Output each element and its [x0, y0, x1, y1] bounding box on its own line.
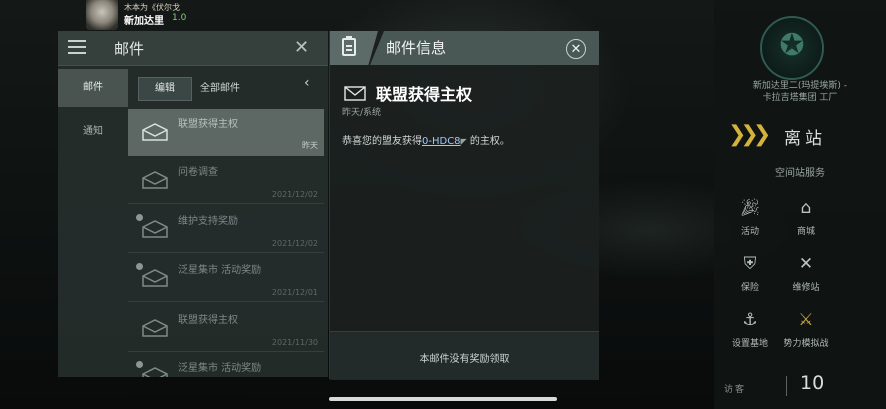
- station-panel: ✪ 新加达里二(玛提埃斯) - 卡拉吉塔集团 工厂 ❯❯❯ 离站 空间站服务 🎉…: [714, 0, 886, 409]
- envelope-open-icon: [142, 319, 168, 337]
- reward-bar: 本邮件没有奖励领取: [330, 331, 599, 380]
- visitors-count[interactable]: 10: [800, 372, 824, 394]
- mail-detail-title: 邮件信息: [386, 39, 447, 57]
- mail-subject: 联盟获得主权: [178, 119, 238, 130]
- envelope-open-icon: [142, 367, 168, 377]
- mail-date: 2021/11/30: [271, 338, 318, 347]
- pilot-avatar[interactable]: [86, 0, 118, 30]
- edit-button[interactable]: 编辑: [138, 77, 192, 101]
- mail-detail-header: 邮件信息 ✕: [330, 31, 599, 65]
- station-name: 新加达里二(玛提埃斯) - 卡拉吉塔集团 工厂: [714, 80, 886, 104]
- mail-subject: 联盟获得主权: [178, 315, 238, 326]
- mail-list-item[interactable]: 联盟获得主权 昨天: [128, 109, 324, 156]
- envelope-open-icon: [142, 220, 168, 238]
- mail-date: 2021/12/01: [271, 288, 318, 297]
- tab-mail[interactable]: 邮件: [58, 69, 128, 107]
- faction-battle-icon: ⚔: [798, 310, 814, 330]
- mail-subject: 泛星集市 活动奖励: [178, 265, 262, 276]
- service-faction-battle[interactable]: ⚔ 势力模拟战: [776, 308, 836, 354]
- mail-detail-panel: 邮件信息 ✕ 联盟获得主权 昨天/系统 恭喜您的盟友获得0-HDC8◤ 的主权。…: [329, 31, 599, 380]
- service-label: 活动: [740, 227, 759, 237]
- home-indicator[interactable]: [329, 397, 557, 401]
- mail-subject: 维护支持奖励: [178, 216, 238, 227]
- service-set-base[interactable]: ⚓︎ 设置基地: [720, 308, 780, 354]
- undock-arrows-icon: ❯❯❯: [728, 122, 771, 147]
- close-icon[interactable]: ✕: [566, 39, 586, 59]
- chevron-left-icon[interactable]: ‹: [304, 75, 310, 91]
- undock-button[interactable]: ❯❯❯ 离站: [714, 120, 886, 150]
- mail-subject: 问卷调查: [178, 167, 218, 178]
- repair-tools-icon: ✕: [798, 254, 814, 274]
- mail-body-suffix: 的主权。: [466, 136, 510, 147]
- mail-subject: 泛星集市 活动奖励: [178, 363, 262, 374]
- tab-notifications[interactable]: 通知: [58, 113, 128, 151]
- close-icon[interactable]: ✕: [294, 37, 309, 58]
- service-shop[interactable]: ⌂ 商城: [776, 196, 836, 242]
- system-link[interactable]: 0-HDC8: [422, 136, 461, 147]
- mail-list: 编辑 全部邮件 ‹ 联盟获得主权 昨天 问卷调查 2021/12/02 维护支持…: [128, 65, 328, 377]
- mail-panel: 邮件 ✕ 邮件 通知 编辑 全部邮件 ‹ 联盟获得主权 昨天 问卷调查 2021…: [58, 31, 328, 377]
- station-name-line: 卡拉吉塔集团 工厂: [762, 93, 838, 103]
- service-label: 势力模拟战: [783, 339, 829, 349]
- envelope-open-icon: [142, 171, 168, 189]
- mail-body: 恭喜您的盟友获得0-HDC8◤ 的主权。: [342, 132, 510, 147]
- menu-icon[interactable]: [68, 40, 86, 54]
- service-insurance[interactable]: ⛨ 保险: [720, 252, 780, 298]
- services-title: 空间站服务: [775, 168, 825, 179]
- clipboard-icon: [342, 36, 356, 56]
- reward-status: 本邮件没有奖励领取: [419, 354, 510, 365]
- service-label: 设置基地: [731, 339, 768, 349]
- undock-label: 离站: [784, 129, 826, 149]
- set-base-icon: ⚓︎: [742, 310, 758, 330]
- mail-list-item[interactable]: 维护支持奖励 2021/12/02: [128, 206, 324, 253]
- visitors-label: 访客: [724, 385, 747, 395]
- service-label: 保险: [740, 283, 759, 293]
- station-name-line: 新加达里二(玛提埃斯) -: [752, 81, 848, 91]
- service-repair[interactable]: ✕ 维修站: [776, 252, 836, 298]
- divider: [786, 376, 787, 396]
- mail-date: 2021/12/02: [271, 190, 318, 199]
- mail-body-prefix: 恭喜您的盟友获得: [342, 136, 422, 147]
- mail-list-item[interactable]: 泛星集市 活动奖励 2021/12/01: [128, 255, 324, 302]
- service-label: 商城: [796, 227, 815, 237]
- envelope-icon: [344, 86, 366, 101]
- envelope-open-icon: [142, 123, 168, 141]
- service-activity[interactable]: 🎉︎ 活动: [720, 196, 780, 242]
- mail-list-item[interactable]: 问卷调查 2021/12/02: [128, 157, 324, 204]
- insurance-icon: ⛨: [743, 254, 757, 274]
- mail-list-item[interactable]: 联盟获得主权 2021/11/30: [128, 305, 324, 352]
- corporation-emblem-icon: ✪: [760, 16, 824, 80]
- mail-panel-title: 邮件: [114, 40, 145, 58]
- mail-date: 2021/12/02: [271, 239, 318, 248]
- header-icon-box: [330, 31, 378, 65]
- mail-filter[interactable]: 全部邮件: [200, 79, 240, 94]
- envelope-open-icon: [142, 269, 168, 287]
- mail-list-item[interactable]: 泛星集市 活动奖励: [128, 353, 324, 377]
- current-system[interactable]: 新加达里: [124, 12, 164, 27]
- mail-subject-heading: 联盟获得主权: [376, 85, 473, 104]
- security-status: 1.0: [172, 13, 187, 23]
- mail-panel-header: 邮件 ✕: [58, 31, 328, 66]
- mail-sender-meta: 昨天/系统: [342, 108, 382, 118]
- service-label: 维修站: [792, 283, 820, 293]
- mail-date: 昨天: [302, 141, 318, 150]
- party-popper-icon: 🎉︎: [739, 198, 761, 218]
- shop-icon: ⌂: [800, 198, 812, 218]
